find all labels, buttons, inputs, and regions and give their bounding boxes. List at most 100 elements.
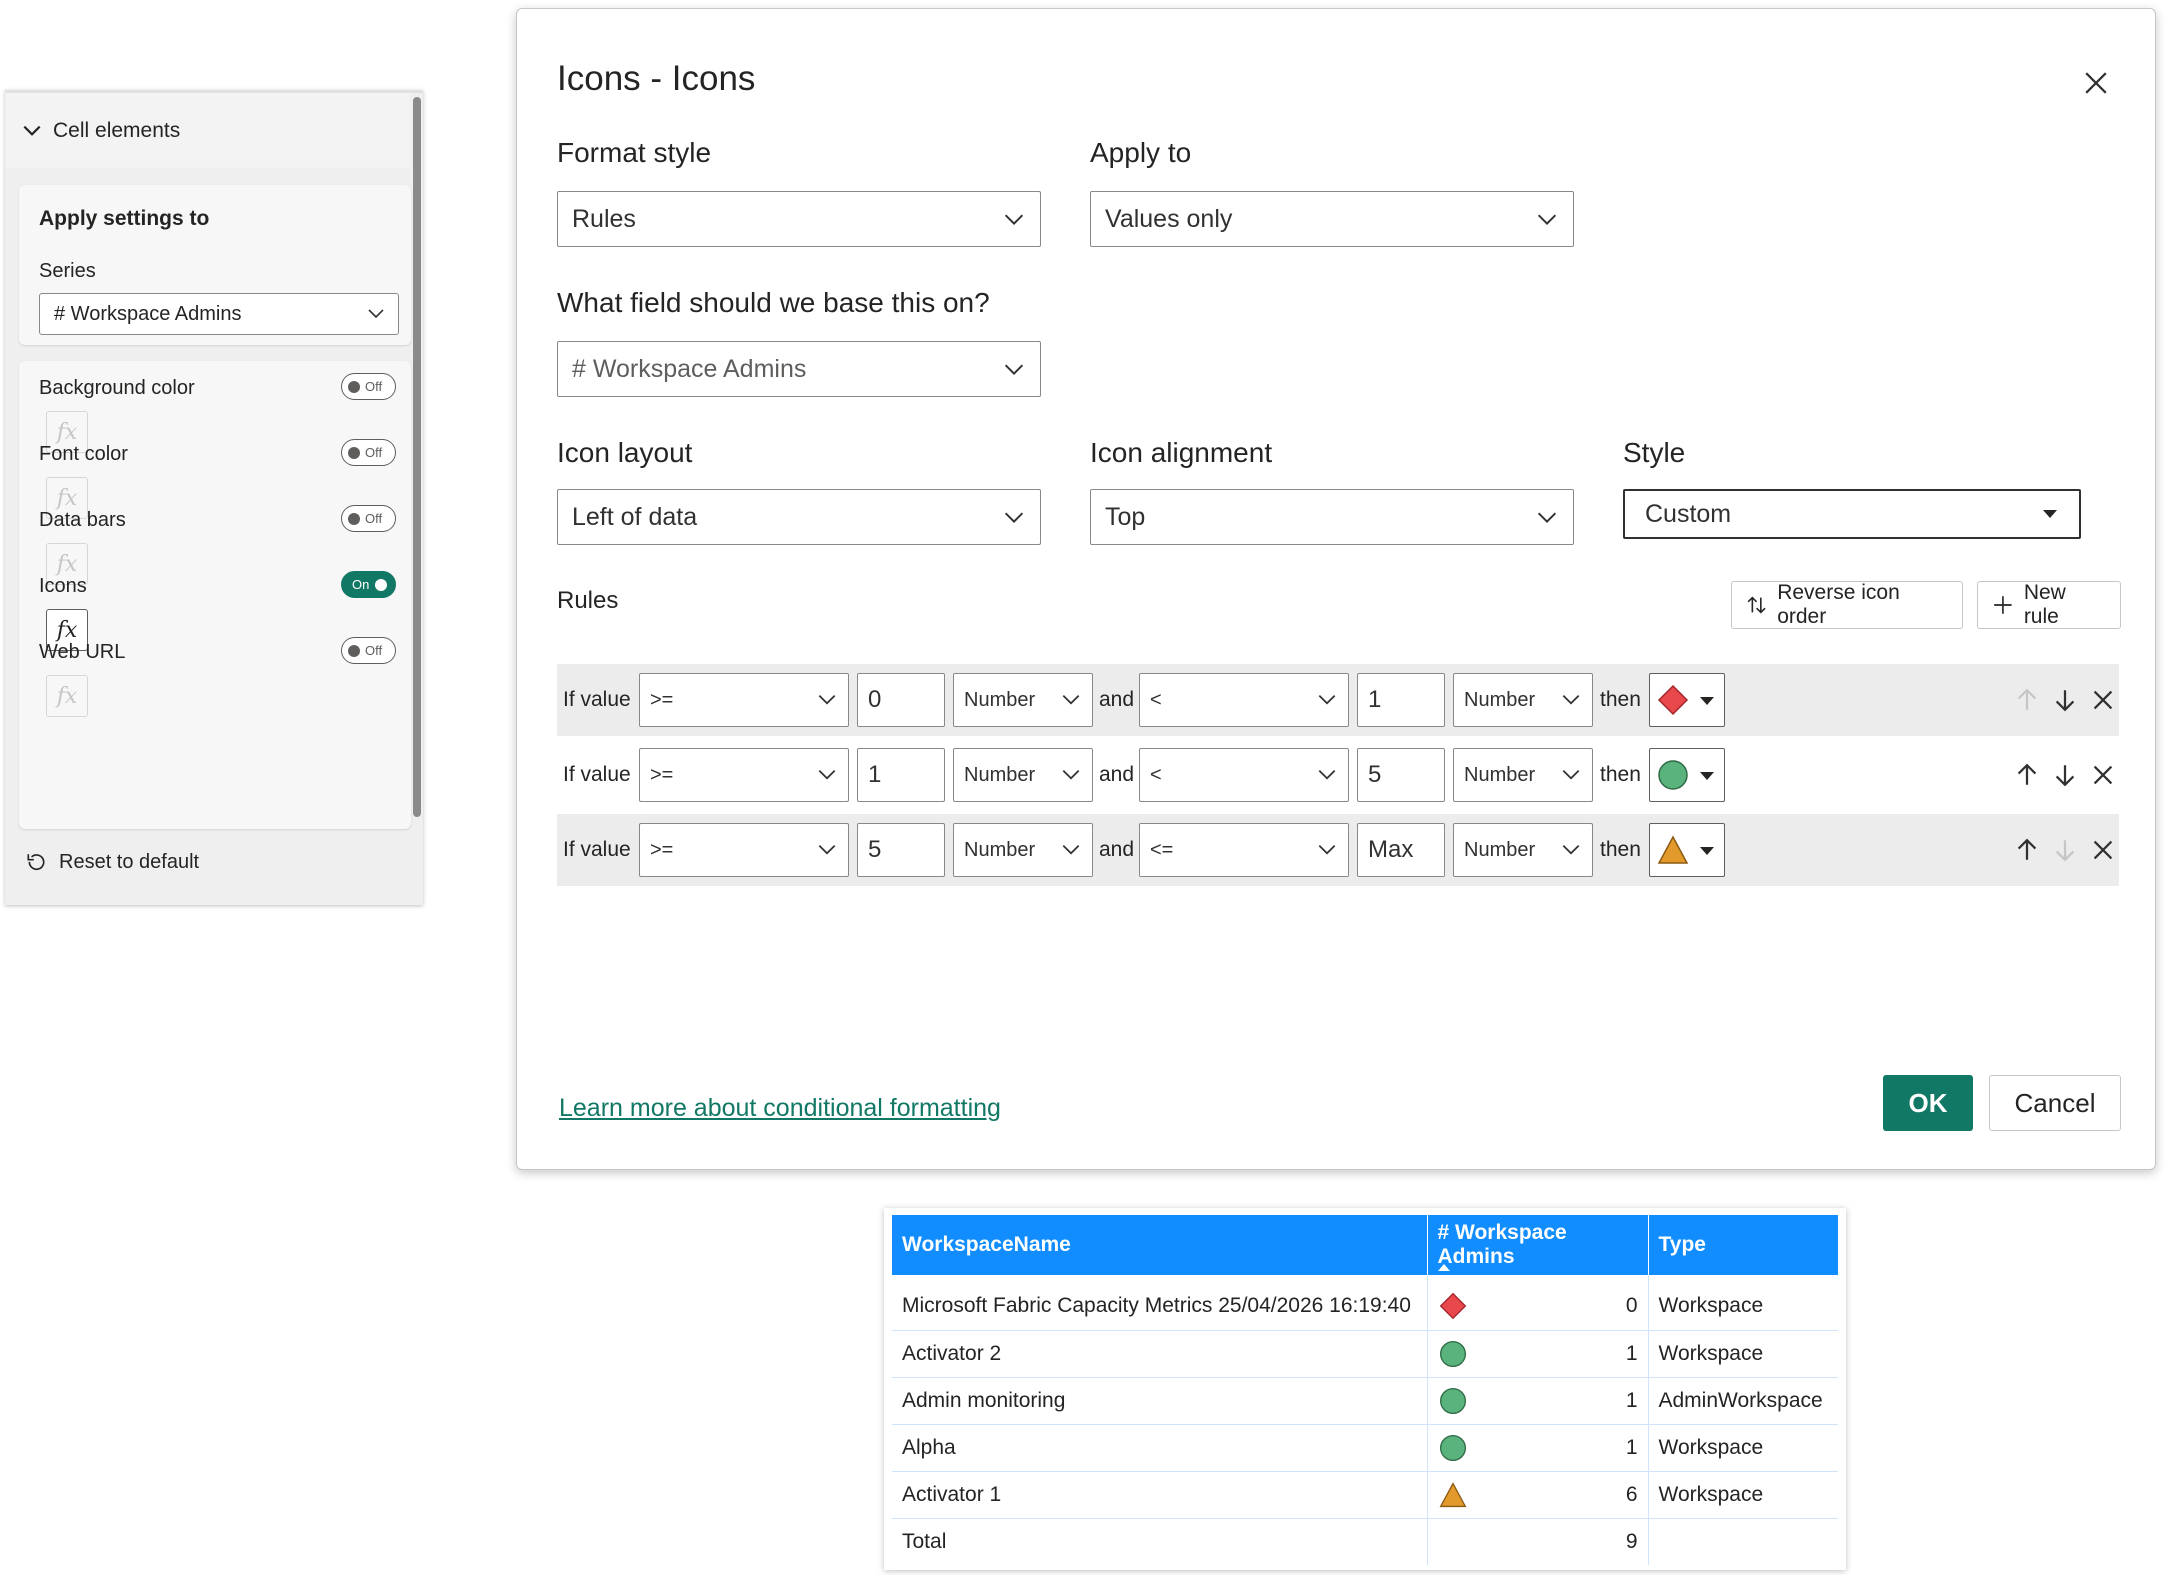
rule-operator1-dropdown[interactable]: >= <box>639 673 849 727</box>
chevron-down-icon <box>1562 769 1580 780</box>
web-url-toggle[interactable]: Off <box>341 637 396 664</box>
toggle-knob <box>348 380 360 393</box>
green-circle-icon <box>1439 1340 1466 1367</box>
close-icon[interactable] <box>2082 69 2110 97</box>
font-color-label: Font color <box>39 443 128 465</box>
rule-type1-dropdown[interactable]: Number <box>953 748 1093 802</box>
operator-value: < <box>1150 688 1162 711</box>
table-row[interactable]: Activator 1 6 Workspace <box>892 1471 1838 1519</box>
rule-operator2-dropdown[interactable]: < <box>1139 748 1349 802</box>
delete-rule-icon[interactable] <box>2089 686 2117 714</box>
apply-to-value: Values only <box>1105 204 1233 233</box>
rule-operator2-dropdown[interactable]: <= <box>1139 823 1349 877</box>
rule-operator1-dropdown[interactable]: >= <box>639 748 849 802</box>
icons-toggle[interactable]: On <box>341 571 396 598</box>
type-value: Number <box>964 838 1036 861</box>
column-header-type[interactable]: Type <box>1647 1215 1838 1275</box>
move-down-icon[interactable] <box>2051 836 2079 864</box>
pane-scrollbar[interactable] <box>413 97 421 817</box>
format-style-dropdown[interactable]: Rules <box>557 191 1041 247</box>
rule-type2-dropdown[interactable]: Number <box>1453 748 1593 802</box>
rule-value1-input[interactable]: 5 <box>857 823 945 877</box>
cell-elements-header[interactable]: Cell elements <box>5 93 410 168</box>
rule-operator2-dropdown[interactable]: < <box>1139 673 1349 727</box>
cell-workspacename: Activator 2 <box>892 1330 1427 1378</box>
cell-workspacename: Alpha <box>892 1424 1427 1472</box>
rule-value1-input[interactable]: 1 <box>857 748 945 802</box>
cell-type: AdminWorkspace <box>1647 1377 1838 1425</box>
reverse-label: Reverse icon order <box>1777 581 1900 628</box>
red-diamond-icon <box>1657 684 1689 716</box>
chevron-down-icon <box>1562 694 1580 705</box>
base-field-dropdown[interactable]: # Workspace Admins <box>557 341 1041 397</box>
value-text: 1 <box>868 761 882 788</box>
move-down-icon[interactable] <box>2051 686 2079 714</box>
ok-button[interactable]: OK <box>1883 1075 1973 1131</box>
move-down-icon[interactable] <box>2051 761 2079 789</box>
table-row[interactable]: Alpha 1 Workspace <box>892 1424 1838 1472</box>
apply-to-dropdown[interactable]: Values only <box>1090 191 1574 247</box>
rule-then-label: then <box>1600 688 1641 711</box>
data-bars-toggle[interactable]: Off <box>341 505 396 532</box>
rule-value2-input[interactable]: Max <box>1357 823 1445 877</box>
icons-label: Icons <box>39 575 87 597</box>
rule-type2-dropdown[interactable]: Number <box>1453 673 1593 727</box>
delete-rule-icon[interactable] <box>2089 761 2117 789</box>
rule-type1-dropdown[interactable]: Number <box>953 823 1093 877</box>
rule-type2-dropdown[interactable]: Number <box>1453 823 1593 877</box>
toggle-label: Off <box>365 445 383 460</box>
chevron-down-icon <box>1537 214 1557 225</box>
rule-if-label: If value <box>563 688 631 711</box>
web-url-fx-button[interactable]: fx <box>46 675 88 717</box>
rule-icon-picker[interactable] <box>1649 823 1725 877</box>
cancel-button[interactable]: Cancel <box>1989 1075 2121 1131</box>
operator-value: <= <box>1150 838 1174 861</box>
rule-row: If value >= 5 Number and <= Max Number t… <box>557 814 2119 886</box>
background-color-toggle[interactable]: Off <box>341 373 396 400</box>
format-style-value: Rules <box>572 204 636 233</box>
chevron-down-icon <box>1318 769 1336 780</box>
delete-rule-icon[interactable] <box>2089 836 2117 864</box>
move-up-icon[interactable] <box>2013 686 2041 714</box>
base-field-value: # Workspace Admins <box>572 354 807 383</box>
rule-value1-input[interactable]: 0 <box>857 673 945 727</box>
rule-if-label: If value <box>563 838 631 861</box>
section-title: Cell elements <box>53 118 181 142</box>
rule-value2-input[interactable]: 5 <box>1357 748 1445 802</box>
rule-icon-picker[interactable] <box>1649 673 1725 727</box>
icon-layout-label: Icon layout <box>557 437 693 468</box>
column-header-workspacename[interactable]: WorkspaceName <box>892 1215 1427 1275</box>
table-row[interactable]: Activator 2 1 Workspace <box>892 1330 1838 1378</box>
column-header-workspace-admins[interactable]: # Workspace Admins <box>1426 1215 1648 1275</box>
cell-workspace-admins: 0 <box>1426 1275 1648 1331</box>
table-row[interactable]: Admin monitoring 1 AdminWorkspace <box>892 1377 1838 1425</box>
rule-icon-picker[interactable] <box>1649 748 1725 802</box>
chevron-down-icon <box>1062 844 1080 855</box>
cell-type: Workspace <box>1647 1424 1838 1472</box>
icon-layout-dropdown[interactable]: Left of data <box>557 489 1041 545</box>
rule-and-label: and <box>1099 688 1135 711</box>
series-dropdown[interactable]: # Workspace Admins <box>39 293 399 335</box>
rule-type1-dropdown[interactable]: Number <box>953 673 1093 727</box>
reverse-icon-order-button[interactable]: Reverse icon order <box>1731 581 1963 629</box>
style-dropdown[interactable]: Custom <box>1623 489 2081 539</box>
icon-alignment-dropdown[interactable]: Top <box>1090 489 1574 545</box>
cell-type: Workspace <box>1647 1471 1838 1519</box>
series-label: Series <box>39 260 96 282</box>
chevron-down-icon <box>1318 694 1336 705</box>
table-row[interactable]: Microsoft Fabric Capacity Metrics 25/04/… <box>892 1275 1838 1331</box>
cell-workspace-admins: 1 <box>1426 1377 1648 1425</box>
learn-more-link[interactable]: Learn more about conditional formatting <box>559 1094 1001 1123</box>
font-color-toggle[interactable]: Off <box>341 439 396 466</box>
type-value: Number <box>1464 688 1536 711</box>
toggle-label: Off <box>365 379 383 394</box>
format-style-label: Format style <box>557 137 712 168</box>
reset-to-default-button[interactable]: Reset to default <box>25 851 199 874</box>
new-rule-button[interactable]: New rule <box>1977 581 2121 629</box>
rule-value2-input[interactable]: 1 <box>1357 673 1445 727</box>
move-up-icon[interactable] <box>2013 836 2041 864</box>
data-bars-label: Data bars <box>39 509 126 531</box>
move-up-icon[interactable] <box>2013 761 2041 789</box>
rule-operator1-dropdown[interactable]: >= <box>639 823 849 877</box>
new-rule-label: New rule <box>2023 581 2066 628</box>
